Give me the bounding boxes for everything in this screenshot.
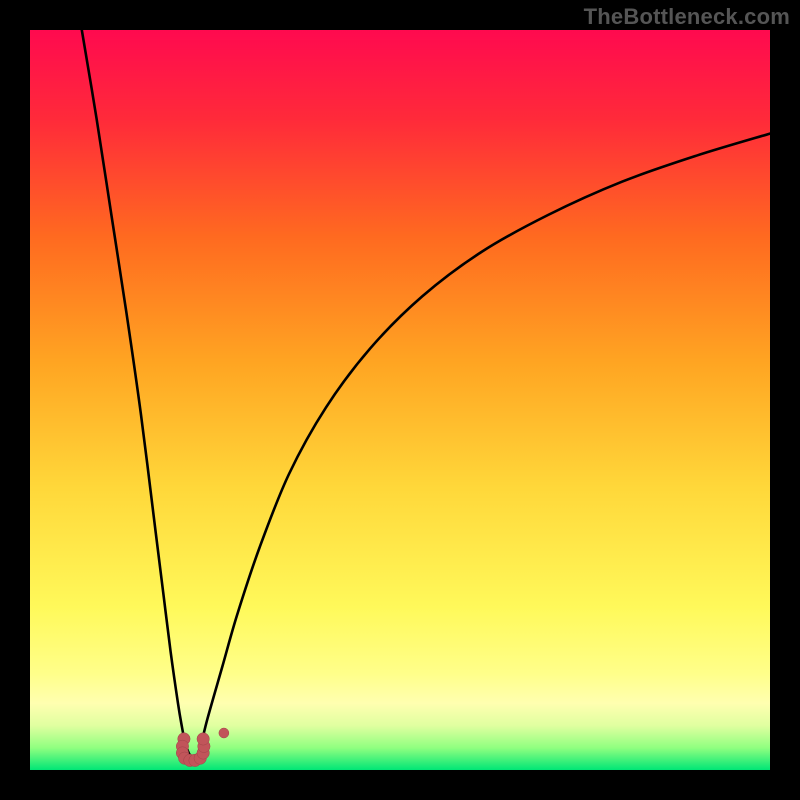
data-marker — [219, 728, 229, 738]
curve-layer — [30, 30, 770, 770]
curve-left-branch — [82, 30, 195, 763]
curve-right-branch — [195, 134, 770, 763]
watermark-text: TheBottleneck.com — [584, 4, 790, 30]
plot-area — [30, 30, 770, 770]
marker-group — [176, 728, 229, 767]
chart-frame: TheBottleneck.com — [0, 0, 800, 800]
data-marker — [197, 733, 209, 745]
